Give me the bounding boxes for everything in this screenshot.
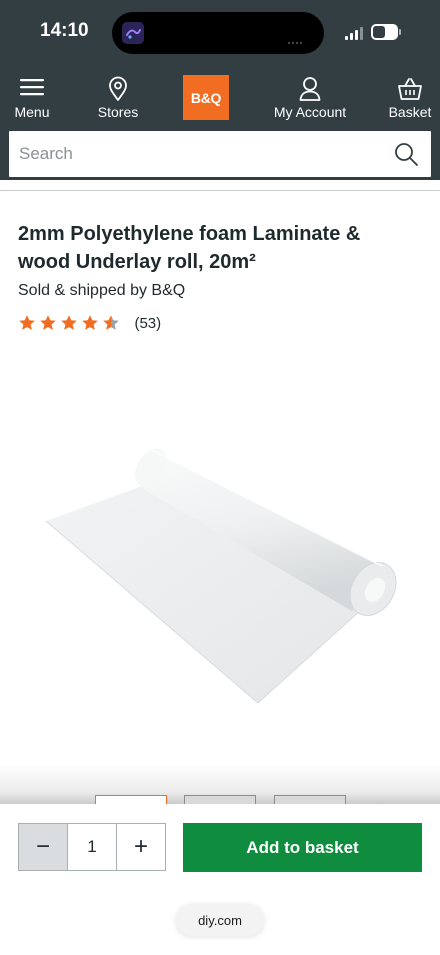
account-label: My Account: [273, 104, 347, 120]
star-icon: [103, 315, 119, 330]
header: 14:10 Menu Stores B&Q My Account Basket …: [0, 0, 440, 180]
status-bar: 14:10: [0, 0, 440, 66]
menu-label: Menu: [14, 104, 50, 120]
browser-url-pill[interactable]: diy.com: [176, 904, 264, 936]
quantity-value[interactable]: 1: [68, 824, 116, 870]
minus-icon: −: [35, 833, 50, 860]
plus-icon: +: [133, 833, 148, 860]
bq-logo[interactable]: B&Q: [183, 75, 229, 120]
app-icon: [122, 22, 144, 44]
quantity-stepper: − 1 +: [18, 823, 166, 871]
rating-stars: [18, 314, 123, 331]
product-image[interactable]: [0, 420, 440, 730]
menu-button[interactable]: Menu: [10, 70, 54, 124]
search-bar: [9, 131, 431, 177]
decrease-quantity-button[interactable]: −: [19, 824, 68, 870]
rating-count[interactable]: (53): [134, 315, 161, 332]
search-icon: [395, 143, 418, 166]
battery-icon: [371, 24, 401, 40]
main-nav: Menu Stores B&Q My Account Basket: [0, 70, 440, 126]
product-title: 2mm Polyethylene foam Laminate & wood Un…: [18, 223, 361, 273]
underlay-roll-image: [45, 448, 397, 704]
dynamic-island: [112, 12, 324, 54]
camera-dots: [288, 31, 310, 44]
star-icon: [19, 315, 35, 330]
increase-quantity-button[interactable]: +: [116, 824, 165, 870]
my-account-button[interactable]: My Account: [268, 70, 352, 124]
stores-label: Stores: [97, 104, 139, 120]
stores-button[interactable]: Stores: [93, 70, 143, 124]
basket-label: Basket: [388, 104, 432, 120]
star-icon: [61, 315, 77, 330]
buy-bar: − 1 + Add to basket diy.com: [0, 804, 440, 955]
map-pin-icon: [109, 76, 127, 101]
signal-icon: [345, 27, 365, 40]
search-button[interactable]: [393, 141, 419, 167]
header-divider: [0, 190, 440, 191]
star-icon: [40, 315, 56, 330]
search-input[interactable]: [9, 131, 379, 177]
add-to-basket-button[interactable]: Add to basket: [183, 823, 422, 872]
rating[interactable]: (53): [18, 314, 161, 336]
menu-icon: [20, 79, 44, 96]
status-time: 14:10: [40, 20, 89, 41]
basket-button[interactable]: Basket: [385, 70, 435, 124]
basket-icon: [398, 78, 422, 100]
user-icon: [299, 77, 321, 101]
seller-text: Sold & shipped by B&Q: [18, 282, 186, 299]
star-icon: [82, 315, 98, 330]
